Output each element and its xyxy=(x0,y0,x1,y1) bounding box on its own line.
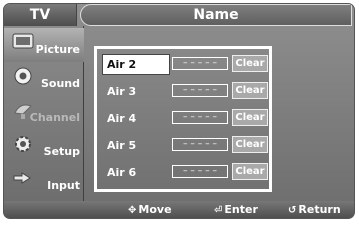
sidebar: Picture Sound Channel Setup Input xyxy=(4,26,84,201)
input-name-label: Air 5 xyxy=(107,139,137,152)
clear-button[interactable]: Clear xyxy=(232,163,268,180)
clear-button[interactable]: Clear xyxy=(232,109,268,126)
sidebar-item-label: Channel xyxy=(29,111,80,124)
move-arrows-icon: ✥ xyxy=(128,205,137,216)
list-item-air-4[interactable]: Air 4 – – – – – Clear xyxy=(102,108,268,129)
list-item-air-3[interactable]: Air 3 – – – – – Clear xyxy=(102,81,268,102)
sidebar-item-label: Setup xyxy=(43,145,80,158)
list-item-air-2[interactable]: Air 2 – – – – – Clear xyxy=(102,54,268,75)
sidebar-item-label: Sound xyxy=(40,77,80,90)
input-name-list: Air 2 – – – – – Clear Air 3 – – – – – Cl… xyxy=(94,46,272,192)
name-value-field[interactable]: – – – – – xyxy=(172,111,228,124)
sidebar-item-label: Input xyxy=(47,179,80,192)
list-item-air-5[interactable]: Air 5 – – – – – Clear xyxy=(102,135,268,156)
sidebar-item-channel[interactable]: Channel xyxy=(4,96,84,130)
menu-category-title: TV xyxy=(4,4,77,26)
name-value-field[interactable]: – – – – – xyxy=(172,138,228,151)
button-guide-bar: ✥ Move ⏎ Enter ↺ Return xyxy=(4,201,354,218)
name-value-field[interactable]: – – – – – xyxy=(172,165,228,178)
clear-button[interactable]: Clear xyxy=(232,136,268,153)
input-name-label: Air 6 xyxy=(107,166,137,179)
input-name-label: Air 4 xyxy=(107,112,137,125)
return-hint: ↺ Return xyxy=(288,202,341,217)
name-value-field[interactable]: – – – – – xyxy=(172,84,228,97)
page-title: Name xyxy=(80,4,352,26)
tv-menu-screen: TV Name Picture Sound Channel Setup Inpu… xyxy=(3,3,355,219)
enter-label: Enter xyxy=(224,203,258,216)
input-name-label: Air 3 xyxy=(107,85,137,98)
enter-hint: ⏎ Enter xyxy=(214,202,258,217)
speaker-icon xyxy=(14,67,32,85)
move-hint: ✥ Move xyxy=(128,202,172,217)
input-name-label: Air 2 xyxy=(107,58,137,71)
sidebar-item-picture[interactable]: Picture xyxy=(4,28,84,62)
picture-icon xyxy=(12,33,34,49)
name-value-field[interactable]: – – – – – xyxy=(172,57,228,70)
sidebar-item-setup[interactable]: Setup xyxy=(4,130,84,164)
enter-icon: ⏎ xyxy=(214,205,223,216)
sidebar-item-input[interactable]: Input xyxy=(4,164,84,198)
list-item-air-6[interactable]: Air 6 – – – – – Clear xyxy=(102,162,268,183)
input-plug-icon xyxy=(13,172,31,184)
move-label: Move xyxy=(138,203,172,216)
return-label: Return xyxy=(298,203,341,216)
clear-button[interactable]: Clear xyxy=(232,82,268,99)
return-arrow-icon: ↺ xyxy=(288,205,297,216)
sidebar-item-sound[interactable]: Sound xyxy=(4,62,84,96)
sidebar-item-label: Picture xyxy=(35,43,80,56)
clear-button[interactable]: Clear xyxy=(232,55,268,72)
gear-icon xyxy=(15,136,31,152)
